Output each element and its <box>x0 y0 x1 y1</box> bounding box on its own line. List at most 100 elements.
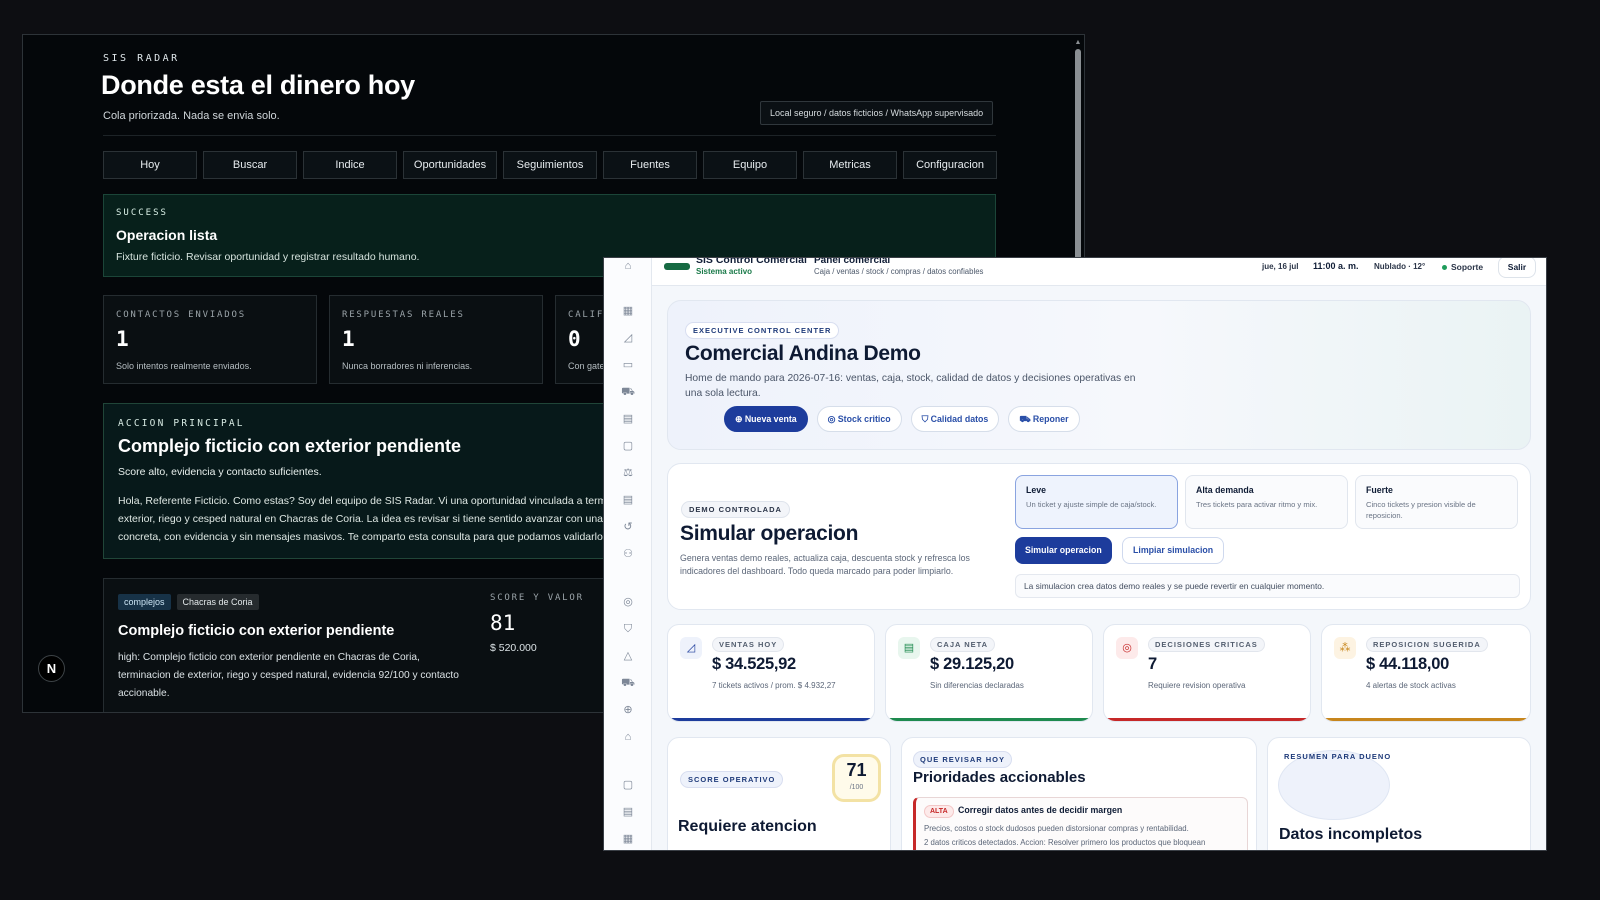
desc-line: Home de mando para 2026-07-16: ventas, c… <box>685 373 1136 384</box>
store-alt-icon[interactable]: ⌂ <box>620 729 636 745</box>
radar-nav: Hoy Buscar Indice Oportunidades Seguimie… <box>103 151 997 179</box>
brand-status: Sistema activo <box>696 267 753 276</box>
option-desc: Un ticket y ajuste simple de caja/stock. <box>1026 500 1157 509</box>
kpi-sub: 7 tickets activos / prom. $ 4.932,27 <box>712 681 836 690</box>
scroll-thumb[interactable] <box>1075 49 1081 289</box>
users-icon[interactable]: ⚇ <box>620 546 636 562</box>
page-subtitle: Cola priorizada. Nada se envia solo. <box>103 110 280 122</box>
stat-respuestas: RESPUESTAS REALES 1 Nunca borradores ni … <box>329 295 543 384</box>
tag-list: complejos Chacras de Coria <box>118 594 259 610</box>
chat-icon[interactable]: ▭ <box>620 357 636 373</box>
tag-location: Chacras de Coria <box>176 594 259 610</box>
kpi-value: $ 44.118,00 <box>1366 655 1449 673</box>
kpi-label: REPOSICION SUGERIDA <box>1366 637 1488 652</box>
tab-configuracion[interactable]: Configuracion <box>903 151 997 179</box>
kpi-caja-neta[interactable]: ▤ CAJA NETA $ 29.125,20 Sin diferencias … <box>885 624 1093 722</box>
kpi-value: 7 <box>1148 655 1157 673</box>
scroll-up-icon[interactable]: ▲ <box>1074 39 1082 47</box>
alert-icon[interactable]: △ <box>620 648 636 664</box>
truck-icon[interactable]: ⛟ <box>620 675 636 691</box>
stat-value: 1 <box>116 327 129 351</box>
boxes-icon: ⁂ <box>1334 637 1356 659</box>
kpi-sub: Sin diferencias declaradas <box>930 681 1024 690</box>
priorities-card: QUE REVISAR HOY Prioridades accionables … <box>901 737 1257 850</box>
tab-metricas[interactable]: Metricas <box>803 151 897 179</box>
date-label: jue, 16 jul <box>1262 262 1299 271</box>
clear-simulation-button[interactable]: Limpiar simulacion <box>1122 537 1225 564</box>
shield-check-icon: ⛉ <box>921 414 931 424</box>
clipboard-icon[interactable]: ▢ <box>620 438 636 454</box>
tab-oportunidades[interactable]: Oportunidades <box>403 151 497 179</box>
score-badge: 71 /100 <box>832 754 881 802</box>
button-label: Calidad datos <box>930 414 989 424</box>
support-status[interactable]: Soporte <box>1442 262 1483 272</box>
action-subtitle: Score alto, evidencia y contacto suficie… <box>118 466 322 478</box>
action-title: Complejo ficticio con exterior pendiente <box>118 436 462 456</box>
logout-button[interactable]: Salir <box>1498 258 1536 278</box>
simulation-note: La simulacion crea datos demo reales y s… <box>1015 574 1520 598</box>
history-icon[interactable]: ↺ <box>620 519 636 535</box>
hero-description: Home de mando para 2026-07-16: ventas, c… <box>685 371 1175 401</box>
tab-indice[interactable]: Indice <box>303 151 397 179</box>
option-name: Leve <box>1026 485 1047 495</box>
grid-icon[interactable]: ▦ <box>620 303 636 319</box>
operational-score-card: SCORE OPERATIVO 71 /100 Requiere atencio… <box>667 737 891 850</box>
document-icon[interactable]: ▤ <box>620 492 636 508</box>
opportunity-desc: high: Complejo ficticio con exterior pen… <box>118 649 478 703</box>
priority-item[interactable]: ALTA Corregir datos antes de decidir mar… <box>913 797 1248 850</box>
sim-eyebrow: DEMO CONTROLADA <box>681 501 790 518</box>
tab-hoy[interactable]: Hoy <box>103 151 197 179</box>
priority-action: 2 datos criticos detectados. Accion: Res… <box>924 838 1206 847</box>
kpi-accent-bar <box>886 718 1092 721</box>
store-icon[interactable]: ⌂ <box>620 258 636 274</box>
restock-button[interactable]: ⛟ Reponer <box>1008 406 1080 432</box>
scale-icon[interactable]: ⚖ <box>620 465 636 481</box>
receipt-icon[interactable]: ▤ <box>620 804 636 820</box>
sidebar-rail: ⌂ ▦ ◿ ▭ ⛟ ▤ ▢ ⚖ ▤ ↺ ⚇ ◎ ⛉ △ ⛟ ⊕ ⌂ ▢ ▤ ▦ <box>604 258 652 850</box>
chart-icon[interactable]: ◿ <box>620 330 636 346</box>
score-status: Requiere atencion <box>678 818 817 835</box>
tab-seguimientos[interactable]: Seguimientos <box>503 151 597 179</box>
desc-line: accionable. <box>118 688 170 699</box>
brand-name: SIS Control Comercial <box>696 257 807 266</box>
plus-circle-icon: ⊕ <box>735 414 745 424</box>
new-sale-button[interactable]: ⊕ Nueva venta <box>724 406 808 432</box>
tab-fuentes[interactable]: Fuentes <box>603 151 697 179</box>
calendar-icon[interactable]: ▦ <box>620 831 636 847</box>
kpi-reposicion-sugerida[interactable]: ⁂ REPOSICION SUGERIDA $ 44.118,00 4 aler… <box>1321 624 1531 722</box>
simulate-button[interactable]: Simular operacion <box>1015 537 1112 564</box>
wallet-icon[interactable]: ▤ <box>620 411 636 427</box>
kpi-label: DECISIONES CRITICAS <box>1148 637 1265 652</box>
tab-equipo[interactable]: Equipo <box>703 151 797 179</box>
shield-icon[interactable]: ⛉ <box>620 621 636 637</box>
stat-note: Nunca borradores ni inferencias. <box>342 361 473 371</box>
target-icon: ◎ <box>1116 637 1138 659</box>
page-title: Donde esta el dinero hoy <box>101 70 415 100</box>
panel-breadcrumb: Caja / ventas / stock / compras / datos … <box>814 267 984 276</box>
stat-label: RESPUESTAS REALES <box>342 310 465 320</box>
simulation-panel: DEMO CONTROLADA Simular operacion Genera… <box>667 463 1531 610</box>
option-leve[interactable]: Leve Un ticket y ajuste simple de caja/s… <box>1015 475 1178 529</box>
kpi-decisiones-criticas[interactable]: ◎ DECISIONES CRITICAS 7 Requiere revisio… <box>1103 624 1311 722</box>
kpi-ventas-hoy[interactable]: ◿ VENTAS HOY $ 34.525,92 7 tickets activ… <box>667 624 875 722</box>
tab-buscar[interactable]: Buscar <box>203 151 297 179</box>
score-value: 81 <box>490 611 516 635</box>
dollar-icon[interactable]: ⊕ <box>620 702 636 718</box>
kpi-sub: Requiere revision operativa <box>1148 681 1246 690</box>
option-alta-demanda[interactable]: Alta demanda Tres tickets para activar r… <box>1185 475 1348 529</box>
success-text: Fixture ficticio. Revisar oportunidad y … <box>116 251 420 263</box>
nextjs-badge-icon[interactable]: N <box>38 655 65 682</box>
panel-title: Panel comercial <box>814 257 891 266</box>
critical-stock-button[interactable]: ◎ Stock critico <box>816 406 902 432</box>
stat-value: 1 <box>342 327 355 351</box>
data-quality-button[interactable]: ⛉ Calidad datos <box>910 406 1000 432</box>
cart-icon[interactable]: ⛟ <box>620 384 636 400</box>
option-fuerte[interactable]: Fuerte Cinco tickets y presion visible d… <box>1355 475 1518 529</box>
kpi-value: $ 34.525,92 <box>712 655 796 673</box>
radar-icon[interactable]: ◎ <box>620 594 636 610</box>
clipboard-list-icon[interactable]: ▢ <box>620 777 636 793</box>
kpi-accent-bar <box>1322 718 1530 721</box>
support-label: Soporte <box>1451 262 1484 272</box>
kpi-accent-bar <box>668 718 874 721</box>
score-amount: $ 520.000 <box>490 642 537 654</box>
